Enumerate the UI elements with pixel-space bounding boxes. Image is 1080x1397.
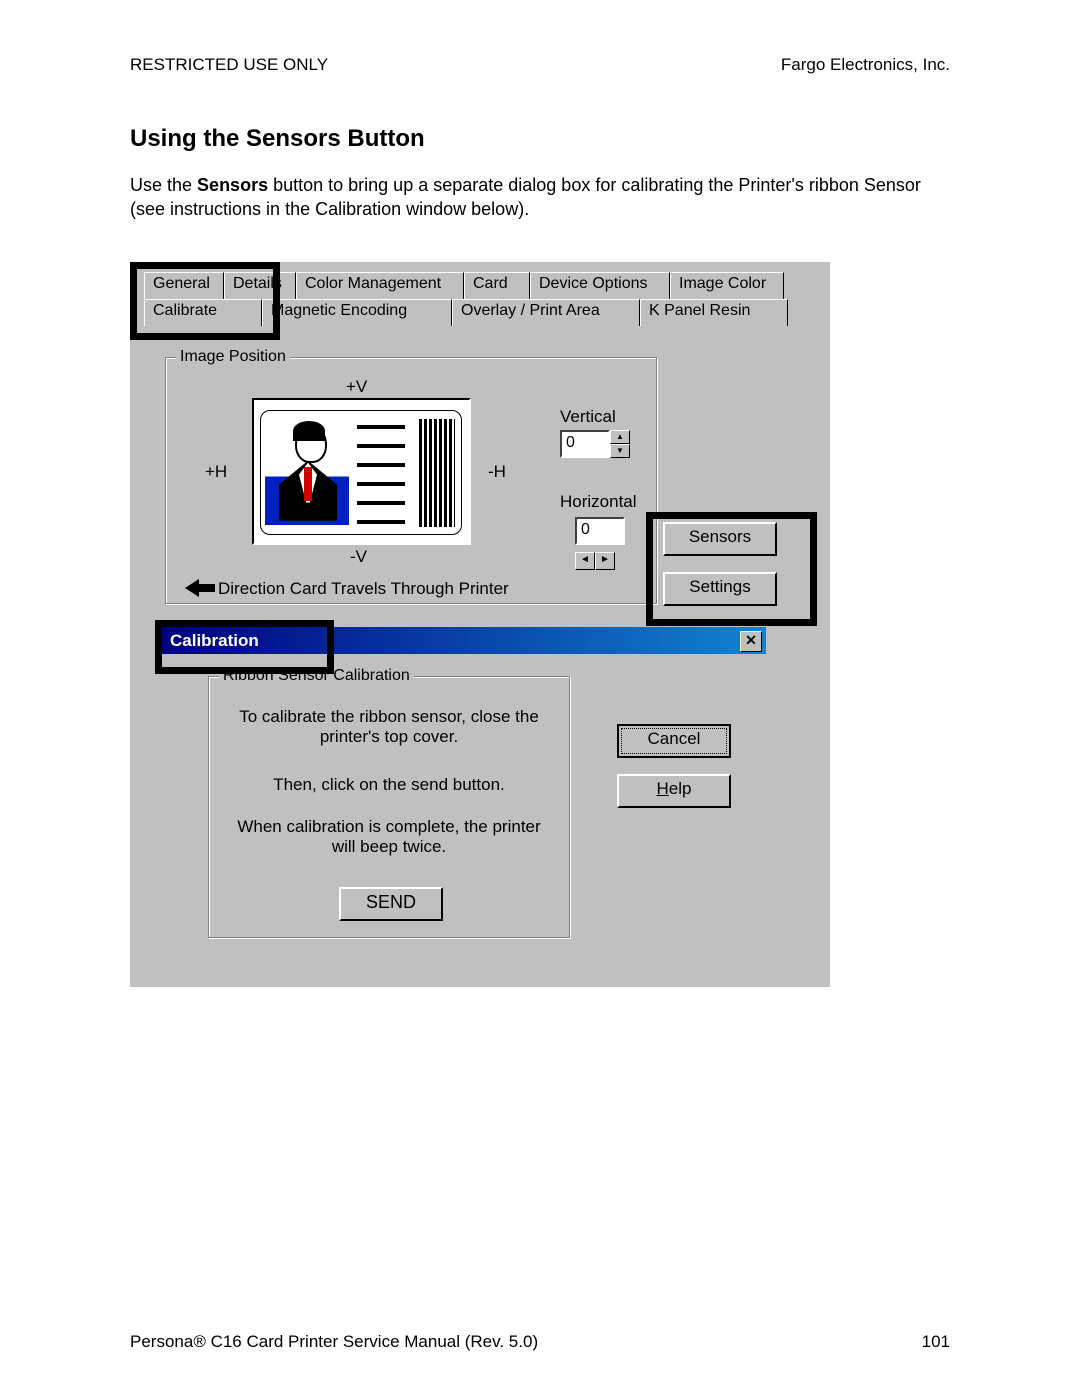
calibration-titlebar: Calibration ✕ — [162, 627, 766, 654]
calibration-close-button[interactable]: ✕ — [740, 631, 762, 652]
tab-details[interactable]: Details — [224, 272, 296, 299]
header-right: Fargo Electronics, Inc. — [781, 55, 950, 75]
footer-left: Persona® C16 Card Printer Service Manual… — [130, 1332, 538, 1352]
calibration-dialog: Ribbon Sensor Calibration To calibrate t… — [162, 654, 766, 980]
card-text-lines — [357, 425, 405, 524]
card-portrait — [265, 417, 349, 525]
tab-magnetic-encoding[interactable]: Magnetic Encoding — [262, 299, 452, 326]
page-number: 101 — [922, 1332, 950, 1352]
ribbon-sensor-group: Ribbon Sensor Calibration To calibrate t… — [208, 676, 570, 938]
tab-device-options[interactable]: Device Options — [530, 272, 670, 299]
send-button[interactable]: SEND — [339, 887, 443, 921]
direction-arrow-icon — [185, 579, 215, 597]
calibration-text-1: To calibrate the ribbon sensor, close th… — [229, 707, 549, 747]
horizontal-label: Horizontal — [560, 492, 637, 512]
plus-v-label: +V — [346, 377, 367, 397]
vertical-label: Vertical — [560, 407, 616, 427]
tab-color-management[interactable]: Color Management — [296, 272, 464, 299]
dialog-screenshot: General Details Color Management Card De… — [130, 262, 830, 987]
horizontal-left-button[interactable]: ◄ — [575, 552, 595, 570]
vertical-spinner[interactable]: ▲ ▼ — [610, 430, 630, 458]
body-paragraph: Use the Sensors button to bring up a sep… — [130, 173, 950, 222]
tab-overlay-print-area[interactable]: Overlay / Print Area — [452, 299, 640, 326]
minus-h-label: -H — [488, 462, 506, 482]
tab-general[interactable]: General — [144, 272, 224, 299]
tab-image-color[interactable]: Image Color — [670, 272, 784, 299]
cancel-button[interactable]: Cancel — [617, 724, 731, 758]
vertical-down-button[interactable]: ▼ — [610, 444, 630, 458]
sensors-button[interactable]: Sensors — [663, 522, 777, 556]
property-tabs: General Details Color Management Card De… — [144, 272, 788, 326]
calibration-text-3: When calibration is complete, the printe… — [229, 817, 549, 857]
section-heading: Using the Sensors Button — [130, 125, 950, 153]
horizontal-input[interactable]: 0 — [575, 517, 625, 545]
card-barcode — [419, 419, 455, 527]
ribbon-group-label: Ribbon Sensor Calibration — [219, 667, 414, 685]
horizontal-spinner[interactable]: ◄ ► — [575, 552, 615, 570]
tab-card[interactable]: Card — [464, 272, 530, 299]
tab-calibrate[interactable]: Calibrate — [144, 299, 262, 326]
tab-k-panel-resin[interactable]: K Panel Resin — [640, 299, 788, 326]
vertical-up-button[interactable]: ▲ — [610, 430, 630, 444]
minus-v-label: -V — [350, 547, 367, 567]
direction-text: Direction Card Travels Through Printer — [218, 579, 509, 599]
settings-button[interactable]: Settings — [663, 572, 777, 606]
help-button[interactable]: Help — [617, 774, 731, 808]
plus-h-label: +H — [205, 462, 227, 482]
calibration-text-2: Then, click on the send button. — [229, 775, 549, 795]
vertical-input[interactable]: 0 — [560, 430, 610, 458]
header-left: RESTRICTED USE ONLY — [130, 55, 328, 75]
image-position-label: Image Position — [176, 348, 290, 366]
horizontal-right-button[interactable]: ► — [595, 552, 615, 570]
card-preview — [252, 398, 471, 545]
